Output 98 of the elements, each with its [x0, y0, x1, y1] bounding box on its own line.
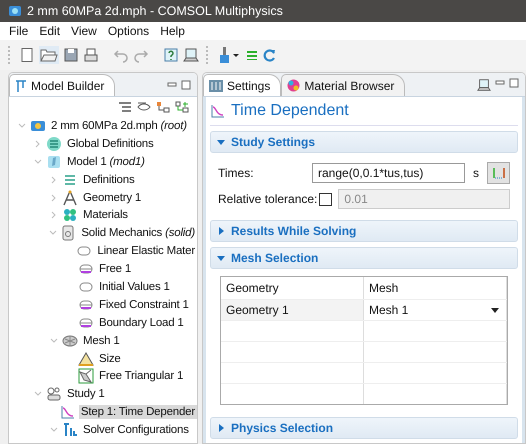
new-file-icon[interactable] [19, 47, 35, 63]
tree-icon [15, 78, 27, 92]
eye-icon[interactable] [137, 101, 151, 113]
tree-item[interactable]: Solver Configurations [9, 421, 197, 440]
geometry-node-icon [62, 190, 78, 206]
menu-item[interactable]: View [66, 24, 103, 38]
window-title: 2 mm 60MPa 2d.mph - COMSOL Multiphysics [27, 4, 283, 18]
tree-item[interactable]: Free Triangular 1 [9, 367, 197, 386]
panel-tab[interactable]: Material Browser [281, 74, 406, 96]
laptop-icon[interactable] [477, 78, 491, 92]
open-folder-icon[interactable] [39, 46, 59, 64]
physics-node-icon [60, 225, 76, 242]
tree-item[interactable]: Boundary Load 1 [9, 314, 197, 332]
section-header[interactable]: Physics Selection [210, 417, 518, 439]
tree-item[interactable]: Mesh 1 [9, 332, 197, 350]
tree-item[interactable]: Model 1 (mod1) [9, 152, 197, 171]
minimize-icon[interactable] [495, 78, 505, 88]
tree-label: Geometry 1 [82, 190, 142, 204]
tree-label: Boundary Load 1 [98, 316, 185, 330]
tree-label: Study 1 [66, 387, 106, 402]
tree-item[interactable]: Initial Values 1 [9, 278, 197, 296]
brush-icon[interactable] [217, 46, 241, 64]
time-plot-icon [210, 103, 226, 119]
tree-label: Materials [82, 208, 129, 222]
tree-label: Free Triangular 1 [98, 369, 184, 384]
range-icon [490, 165, 506, 181]
refresh-icon[interactable] [263, 47, 277, 63]
tree-item[interactable]: Materials [9, 206, 197, 224]
laptop-icon[interactable] [183, 47, 199, 63]
triangular-node-icon [78, 368, 94, 384]
menu-item[interactable]: Edit [34, 24, 66, 38]
tree-item[interactable]: Free 1 [9, 260, 197, 278]
tree-item[interactable]: Size [9, 350, 197, 368]
settings-heading: Time Dependent [231, 102, 349, 120]
tree-label: Solid Mechanics (solid) [80, 226, 196, 240]
study-node-icon [46, 386, 62, 402]
expand-triangle-icon [217, 227, 225, 235]
save-icon[interactable] [63, 47, 79, 63]
solver-node-icon [62, 422, 78, 438]
global-node-icon [46, 136, 62, 152]
size-node-icon [78, 350, 94, 367]
range-button[interactable] [487, 162, 510, 184]
maximize-icon[interactable] [509, 78, 519, 88]
menu-item[interactable]: Options [102, 24, 156, 38]
tree-item[interactable]: Solid Mechanics (solid) [9, 224, 197, 242]
list-icon[interactable] [118, 101, 132, 113]
collapse-triangle-icon [217, 138, 225, 146]
tree-label: Definitions [82, 172, 136, 187]
mesh-node-icon [62, 332, 78, 349]
maximize-icon[interactable] [181, 80, 191, 90]
dropdown-caret-icon[interactable] [491, 308, 499, 313]
panel-tab[interactable]: Model Builder [9, 74, 116, 96]
times-field[interactable]: range(0,0.1*tus,tus) [312, 163, 465, 183]
tree-item[interactable]: Study 1 [9, 385, 197, 404]
tree-label: Solver Configurations [82, 423, 190, 438]
field-label: Times: [218, 166, 255, 180]
section-header[interactable]: Study Settings [210, 131, 518, 153]
step-node-icon [60, 404, 76, 420]
expand-triangle-icon [217, 424, 225, 432]
tree-item[interactable]: 2 mm 60MPa 2d.mph (root) [9, 117, 197, 135]
tree-label: Initial Values 1 [98, 280, 171, 294]
tree-label: Fixed Constraint 1 [98, 298, 190, 312]
sliders-icon [209, 80, 223, 92]
section-header[interactable]: Results While Solving [210, 220, 518, 242]
tree-item[interactable]: Fixed Constraint 1 [9, 296, 197, 314]
tree-label: Model 1 (mod1) [66, 154, 146, 169]
app-icon [8, 4, 22, 18]
tree-label: 2 mm 60MPa 2d.mph (root) [50, 118, 188, 133]
hierarchy-add-icon[interactable] [175, 101, 189, 113]
checkbox[interactable] [319, 192, 332, 206]
column-header: Geometry [221, 277, 364, 299]
tree-label: Global Definitions [66, 136, 155, 151]
tree-item[interactable]: Global Definitions [9, 134, 197, 153]
tree-label: Size [98, 352, 122, 366]
table-cell: Geometry 1 [221, 300, 364, 320]
tree-label: Mesh 1 [82, 334, 121, 348]
hierarchy-icon[interactable] [156, 101, 170, 113]
minimize-icon[interactable] [167, 80, 177, 90]
help-icon[interactable] [163, 47, 179, 63]
tree-item[interactable]: Step 1: Time Depender [9, 403, 197, 422]
field-label: Relative tolerance: [218, 192, 318, 206]
tree-label: Step 1: Time Depender [78, 405, 197, 420]
section-header[interactable]: Mesh Selection [210, 247, 518, 269]
colorful-ball-icon [287, 79, 300, 92]
model-node-icon [46, 154, 62, 170]
tree-label: Linear Elastic Mater [96, 244, 196, 258]
panel-tab[interactable]: Settings [203, 74, 282, 96]
menu-item[interactable]: File [4, 24, 34, 38]
unit-label: s [473, 166, 479, 180]
collapse-triangle-icon [217, 254, 225, 262]
column-header: Mesh [364, 277, 507, 299]
tree-label: Free 1 [98, 262, 132, 276]
materials-node-icon [62, 207, 78, 224]
tree-item[interactable]: Definitions [9, 170, 197, 189]
tree-item[interactable]: Linear Elastic Mater [9, 242, 197, 260]
menu-item[interactable]: Help [155, 24, 191, 38]
tree-item[interactable]: Geometry 1 [9, 188, 197, 206]
print-icon[interactable] [83, 47, 99, 63]
